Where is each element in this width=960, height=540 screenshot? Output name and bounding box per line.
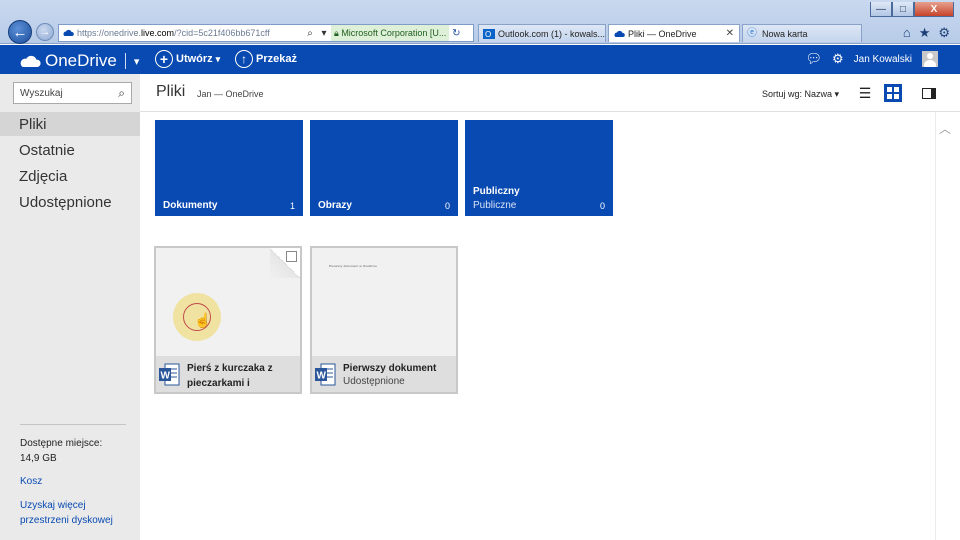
brand[interactable]: OneDrive ▾ bbox=[19, 51, 139, 71]
window-controls: — □ X bbox=[870, 2, 954, 17]
word-document-icon: W bbox=[315, 363, 336, 386]
maximize-button[interactable]: □ bbox=[892, 2, 914, 17]
onedrive-cloud-icon bbox=[614, 30, 625, 37]
sidebar-item-photos[interactable]: Zdjęcia bbox=[0, 164, 140, 188]
document-preview-text: Pierwszy dokument w OneDrive bbox=[329, 264, 378, 268]
file-sharing-status: Udostępnione bbox=[343, 376, 405, 387]
trash-link[interactable]: Kosz bbox=[20, 474, 42, 489]
settings-gear-icon[interactable]: ⚙ bbox=[832, 51, 844, 67]
brand-name: OneDrive bbox=[45, 51, 117, 70]
file-name: Pierwszy dokument bbox=[343, 363, 437, 374]
grid-icon bbox=[887, 87, 899, 99]
plus-icon: + bbox=[155, 50, 173, 68]
get-more-storage-link[interactable]: Uzyskaj więcej przestrzeni dyskowej bbox=[20, 498, 113, 528]
scroll-up-icon[interactable]: ︿ bbox=[939, 120, 951, 137]
file-footer: W Pierś z kurczaka z pieczarkami i bbox=[156, 356, 300, 392]
details-pane-icon[interactable] bbox=[920, 84, 938, 102]
brand-separator bbox=[124, 53, 126, 69]
tab-outlook[interactable]: O Outlook.com (1) - kowals... bbox=[478, 24, 606, 42]
file-thumbnail: ☝ bbox=[156, 248, 300, 356]
upload-arrow-icon: ↑ bbox=[235, 50, 253, 68]
address-bar[interactable]: https://onedrive.live.com/?cid=5c21f406b… bbox=[58, 24, 474, 42]
chat-icon[interactable]: 💬︎ bbox=[805, 51, 822, 67]
list-view-icon[interactable]: ☰ bbox=[856, 84, 874, 102]
chevron-down-icon: ▾ bbox=[834, 89, 840, 99]
favorites-star-icon[interactable]: ★ bbox=[919, 25, 931, 41]
arrow-left-icon: ← bbox=[12, 23, 28, 41]
file-tile-recipe[interactable]: ☝ W Pierś z kurczaka z pieczarkami i bbox=[154, 246, 302, 394]
avatar[interactable] bbox=[922, 51, 938, 67]
close-button[interactable]: X bbox=[914, 2, 954, 17]
back-button[interactable]: ← bbox=[8, 20, 32, 44]
svg-text:W: W bbox=[317, 371, 327, 382]
tab-new[interactable]: ⓔ Nowa karta bbox=[742, 24, 862, 42]
search-input[interactable]: Wyszukaj ⌕ bbox=[13, 82, 132, 104]
file-thumbnail: Pierwszy dokument w OneDrive bbox=[312, 248, 456, 356]
dropdown-arrow-icon[interactable]: ▾ bbox=[317, 28, 331, 39]
browser-toolbar-right: ⌂ ★ ⚙ bbox=[903, 25, 950, 41]
pane-icon bbox=[922, 87, 936, 99]
sidebar-item-files[interactable]: Pliki bbox=[0, 112, 140, 136]
sidebar-item-shared[interactable]: Udostępnione bbox=[0, 190, 140, 214]
security-certificate[interactable]: 🔒︎ Microsoft Corporation [U... bbox=[331, 25, 450, 41]
folder-tile-public[interactable]: Publiczny Publiczne 0 bbox=[465, 120, 613, 216]
sidebar-divider bbox=[20, 424, 126, 425]
browser-chrome: — □ X ← → https://onedrive.live.com/?cid… bbox=[0, 0, 960, 44]
storage-value: 14,9 GB bbox=[20, 453, 57, 464]
tab-close-icon[interactable]: ✕ bbox=[726, 28, 734, 39]
user-name[interactable]: Jan Kowalski bbox=[854, 54, 912, 65]
folder-count: 0 bbox=[444, 201, 450, 211]
upload-button[interactable]: ↑ Przekaż bbox=[235, 50, 297, 68]
folder-tile-documents[interactable]: Dokumenty 1 bbox=[155, 120, 303, 216]
tools-gear-icon[interactable]: ⚙ bbox=[938, 25, 950, 41]
tiles-view-icon[interactable] bbox=[884, 84, 902, 102]
onedrive-favicon-icon bbox=[63, 29, 74, 36]
storage-label: Dostępne miejsce: bbox=[20, 438, 103, 449]
search-placeholder: Wyszukaj bbox=[20, 87, 63, 99]
folder-name: Dokumenty bbox=[163, 200, 218, 211]
file-footer: W Pierwszy dokument Udostępnione bbox=[312, 356, 456, 392]
hand-cursor-icon: ☝ bbox=[194, 312, 212, 328]
scrollbar[interactable] bbox=[935, 112, 960, 540]
sidebar-item-recent[interactable]: Ostatnie bbox=[0, 138, 140, 162]
ie-icon: ⓔ bbox=[747, 27, 757, 39]
folder-count: 0 bbox=[599, 201, 605, 211]
onedrive-logo-icon bbox=[20, 55, 41, 67]
main-header: Pliki Jan — OneDrive Sortuj wg: Nazwa ▾ … bbox=[140, 74, 960, 112]
search-icon[interactable]: ⌕ bbox=[303, 28, 317, 39]
home-icon[interactable]: ⌂ bbox=[903, 25, 911, 41]
select-checkbox[interactable] bbox=[286, 251, 297, 262]
breadcrumb[interactable]: Jan — OneDrive bbox=[197, 89, 264, 99]
outlook-icon: O bbox=[483, 28, 495, 39]
folder-name: Obrazy bbox=[318, 200, 352, 211]
create-button[interactable]: + Utwórz ▾ bbox=[155, 50, 220, 68]
topbar-right: 💬︎ ⚙ Jan Kowalski bbox=[805, 51, 938, 67]
svg-text:W: W bbox=[161, 371, 171, 382]
page-title: Pliki bbox=[156, 83, 186, 100]
onedrive-topbar: OneDrive ▾ + Utwórz ▾ ↑ Przekaż 💬︎ ⚙ Jan… bbox=[0, 45, 960, 74]
folder-name: Publiczny bbox=[473, 186, 520, 197]
svg-text:O: O bbox=[485, 30, 491, 39]
chevron-down-icon: ▾ bbox=[215, 53, 221, 64]
minimize-button[interactable]: — bbox=[870, 2, 892, 17]
word-document-icon: W bbox=[159, 363, 180, 386]
file-tile-first-document[interactable]: Pierwszy dokument w OneDrive W Pierwszy … bbox=[310, 246, 458, 394]
folder-sharing: Publiczne bbox=[473, 200, 517, 211]
sidebar: Wyszukaj ⌕ Pliki Ostatnie Zdjęcia Udostę… bbox=[0, 74, 140, 540]
chevron-down-icon[interactable]: ▾ bbox=[134, 55, 140, 68]
folder-tile-pictures[interactable]: Obrazy 0 bbox=[310, 120, 458, 216]
address-url[interactable]: https://onedrive.live.com/?cid=5c21f406b… bbox=[77, 28, 303, 38]
sort-dropdown[interactable]: Sortuj wg: Nazwa ▾ bbox=[762, 89, 839, 100]
file-name: Pierś z kurczaka z pieczarkami i bbox=[187, 363, 273, 389]
lock-icon: 🔒︎ bbox=[334, 27, 339, 38]
folder-count: 1 bbox=[289, 201, 295, 211]
arrow-right-icon: → bbox=[39, 26, 51, 38]
search-icon[interactable]: ⌕ bbox=[118, 86, 125, 101]
tab-onedrive-files[interactable]: Pliki — OneDrive ✕ bbox=[608, 24, 740, 42]
forward-button[interactable]: → bbox=[36, 23, 54, 41]
refresh-icon[interactable]: ↻ bbox=[449, 28, 463, 39]
